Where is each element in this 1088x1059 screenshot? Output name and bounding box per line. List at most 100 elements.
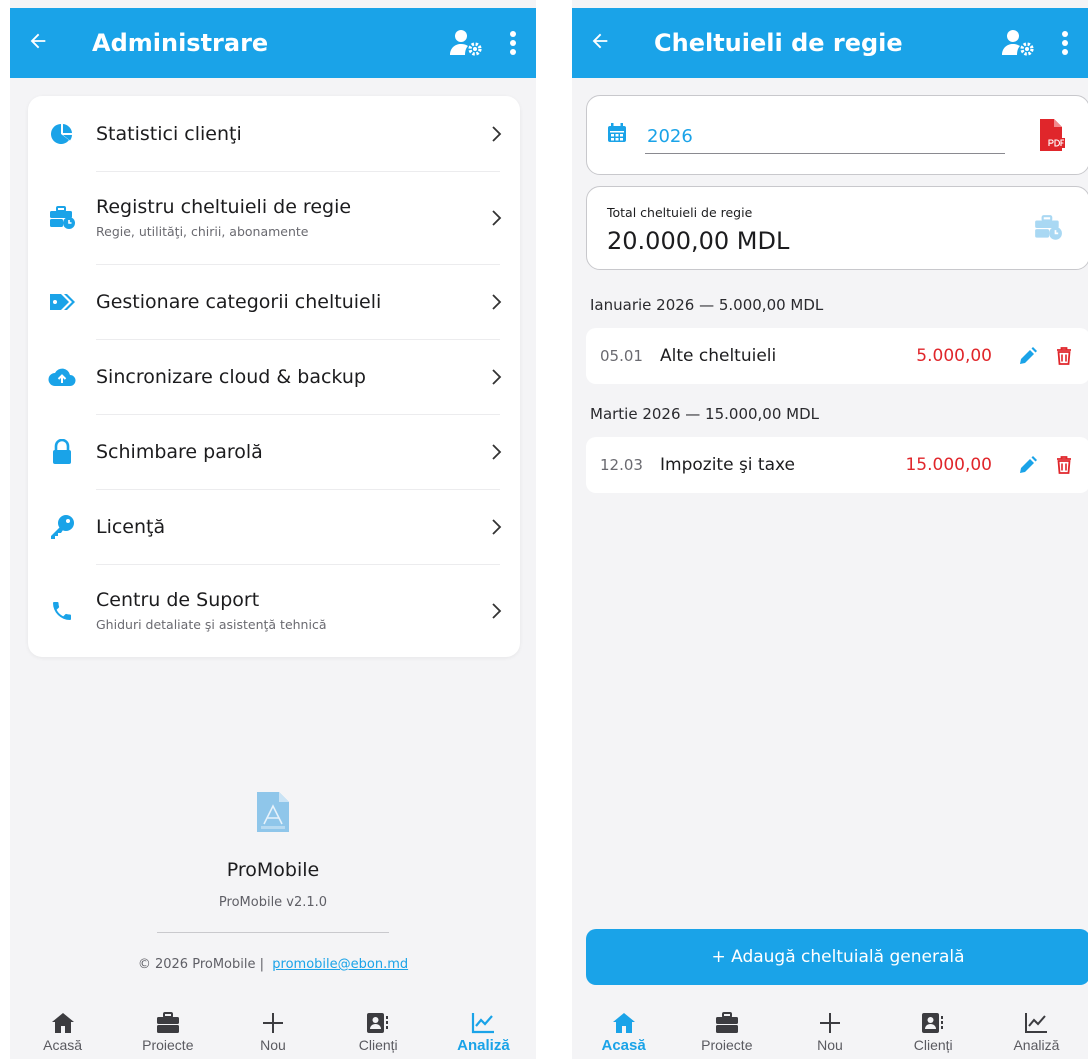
menu-item-label: Sincronizare cloud & backup: [96, 365, 366, 388]
page-title: Administrare: [92, 29, 269, 57]
year-input[interactable]: [645, 124, 1005, 154]
nav-label: Acasă: [43, 1037, 83, 1053]
nav-label: Nou: [817, 1037, 843, 1053]
nav-clients[interactable]: Clienți: [326, 1000, 431, 1059]
nav-home[interactable]: Acasă: [572, 1000, 675, 1059]
nav-label: Analiză: [457, 1037, 510, 1054]
contacts-icon: [922, 1013, 944, 1033]
copyright-text: © 2026 ProMobile |: [137, 957, 264, 972]
lock-icon: [28, 438, 96, 465]
chevron-right-icon: [474, 293, 520, 311]
menu-item-client-stats[interactable]: Statistici clienţi: [28, 96, 520, 171]
more-options-icon[interactable]: [1042, 30, 1088, 56]
chevron-right-icon: [474, 602, 520, 620]
menu-item-label: Gestionare categorii cheltuieli: [96, 290, 382, 313]
more-options-icon[interactable]: [490, 30, 536, 56]
bottom-navigation: Acasă Proiecte Nou Clienți Analiză: [10, 1000, 536, 1059]
chevron-right-icon: [474, 443, 520, 461]
briefcase-clock-icon: [1033, 215, 1063, 246]
app-name: ProMobile: [226, 859, 320, 881]
nav-label: Analiză: [1013, 1037, 1060, 1053]
divider: [157, 932, 389, 933]
app-bar: Administrare: [10, 8, 536, 78]
nav-projects[interactable]: Proiecte: [115, 1000, 220, 1059]
expense-description: Alte cheltuieli: [660, 346, 777, 366]
plus-icon: [263, 1013, 283, 1033]
admin-screen: Administrare Statistici clienţi Registru…: [10, 0, 536, 1059]
phone-icon: [28, 599, 96, 623]
expense-amount: 15.000,00: [905, 455, 992, 475]
nav-label: Clienți: [358, 1037, 398, 1053]
nav-new[interactable]: Nou: [778, 1000, 881, 1059]
nav-label: Proiecte: [142, 1037, 194, 1053]
menu-item-cloud-sync[interactable]: Sincronizare cloud & backup: [28, 339, 520, 414]
app-version: ProMobile v2.1.0: [218, 895, 328, 910]
nav-home[interactable]: Acasă: [10, 1000, 115, 1059]
calendar-icon: [607, 123, 627, 148]
chart-line-icon: [472, 1013, 495, 1034]
briefcase-clock-icon: [28, 205, 96, 230]
page-title: Cheltuieli de regie: [654, 29, 903, 57]
about-section: ProMobile ProMobile v2.1.0 © 2026 ProMob…: [10, 790, 536, 972]
menu-item-label: Registru cheltuieli de regie: [96, 196, 352, 218]
year-filter-card: [586, 95, 1088, 175]
tags-icon: [28, 291, 96, 313]
pie-chart-icon: [28, 122, 96, 146]
plus-icon: [820, 1013, 840, 1033]
delete-icon[interactable]: [1046, 347, 1082, 365]
expense-date: 12.03: [600, 456, 643, 474]
menu-item-label: Licenţă: [96, 515, 166, 538]
home-icon: [51, 1013, 74, 1033]
contacts-icon: [367, 1013, 389, 1033]
chevron-right-icon: [474, 518, 520, 536]
menu-item-change-password[interactable]: Schimbare parolă: [28, 414, 520, 489]
menu-item-label: Centru de Suport: [96, 589, 260, 611]
nav-projects[interactable]: Proiecte: [675, 1000, 778, 1059]
account-settings-icon[interactable]: [444, 29, 490, 57]
menu-item-license[interactable]: Licenţă: [28, 489, 520, 564]
menu-item-subtitle: Regie, utilităţi, chirii, abonamente: [96, 224, 309, 239]
expense-row[interactable]: 05.01 Alte cheltuieli 5.000,00: [586, 328, 1088, 384]
chart-line-icon: [1025, 1013, 1048, 1033]
back-arrow-icon[interactable]: [10, 30, 66, 57]
settings-menu: Statistici clienţi Registru cheltuieli d…: [28, 96, 520, 657]
home-icon: [612, 1013, 635, 1033]
key-icon: [28, 514, 96, 540]
nav-label: Proiecte: [701, 1037, 753, 1053]
support-email-link[interactable]: promobile@ebon.md: [272, 957, 408, 972]
edit-icon[interactable]: [1010, 455, 1046, 475]
chevron-right-icon: [474, 368, 520, 386]
expense-date: 05.01: [600, 347, 643, 365]
menu-item-support-center[interactable]: Centru de Suport Ghiduri detaliate şi as…: [28, 564, 520, 657]
footer: © 2026 ProMobile | promobile@ebon.md: [10, 957, 536, 972]
delete-icon[interactable]: [1046, 456, 1082, 474]
overhead-expenses-screen: Cheltuieli de regie Total cheltuieli de …: [572, 0, 1088, 1059]
expense-amount: 5.000,00: [916, 346, 992, 366]
nav-analysis[interactable]: Analiză: [431, 1000, 536, 1059]
bottom-navigation: Acasă Proiecte Nou Clienți Analiză: [572, 1000, 1088, 1059]
menu-item-overhead-register[interactable]: Registru cheltuieli de regie Regie, util…: [28, 171, 520, 264]
total-value: 20.000,00 MDL: [607, 227, 790, 255]
month-header: Martie 2026 — 15.000,00 MDL: [590, 405, 820, 423]
briefcase-icon: [715, 1012, 738, 1033]
pdf-export-icon[interactable]: [1037, 118, 1065, 157]
nav-label: Nou: [260, 1037, 286, 1053]
menu-item-label: Statistici clienţi: [96, 122, 242, 145]
cloud-upload-icon: [28, 367, 96, 387]
month-header: Ianuarie 2026 — 5.000,00 MDL: [590, 296, 824, 314]
nav-clients[interactable]: Clienți: [882, 1000, 985, 1059]
total-overhead-card: Total cheltuieli de regie 20.000,00 MDL: [586, 186, 1088, 270]
chevron-right-icon: [474, 125, 520, 143]
nav-analysis[interactable]: Analiză: [985, 1000, 1088, 1059]
nav-new[interactable]: Nou: [220, 1000, 325, 1059]
menu-item-subtitle: Ghiduri detaliate şi asistenţă tehnică: [96, 617, 327, 632]
account-settings-icon[interactable]: [996, 29, 1042, 57]
back-arrow-icon[interactable]: [572, 30, 628, 57]
menu-item-expense-categories[interactable]: Gestionare categorii cheltuieli: [28, 264, 520, 339]
add-general-expense-button[interactable]: + Adaugă cheltuială generală: [586, 929, 1088, 985]
menu-item-label: Schimbare parolă: [96, 440, 263, 463]
expense-row[interactable]: 12.03 Impozite şi taxe 15.000,00: [586, 437, 1088, 493]
edit-icon[interactable]: [1010, 346, 1046, 366]
chevron-right-icon: [474, 209, 520, 227]
briefcase-icon: [156, 1012, 179, 1033]
